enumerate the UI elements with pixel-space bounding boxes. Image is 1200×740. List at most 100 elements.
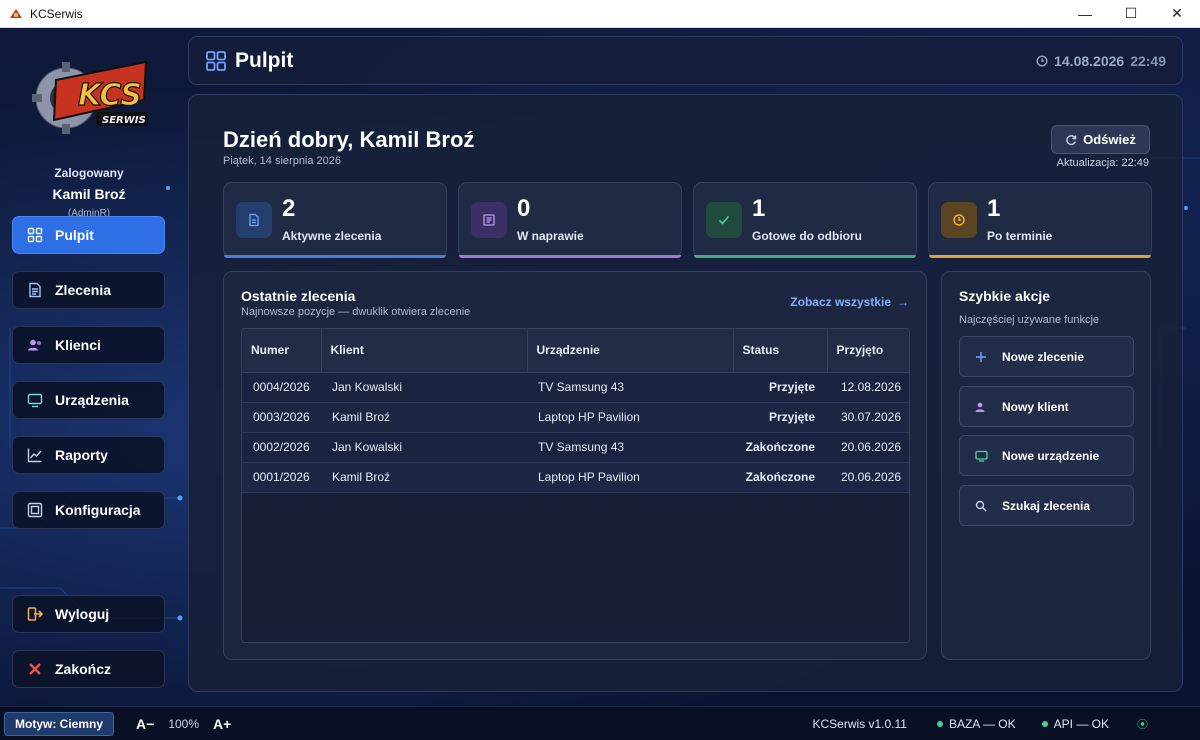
cell-client: Jan Kowalski (321, 432, 527, 463)
column-header-klient[interactable]: Klient (321, 329, 528, 373)
cell-status: Zakończone (733, 432, 827, 463)
column-header-urzadzenie[interactable]: Urządzenie (527, 329, 734, 373)
quick-action-label: Nowy klient (1002, 399, 1069, 414)
refresh-button[interactable]: Odśwież (1051, 125, 1150, 154)
greeting: Dzień dobry, Kamil Broź (223, 127, 475, 152)
cell-client: Jan Kowalski (321, 372, 527, 403)
recent-orders-panel: Ostatnie zlecenia Najnowsze pozycje — dw… (223, 271, 927, 660)
cell-number: 0003/2026 (242, 402, 321, 433)
close-icon (27, 661, 43, 677)
minimize-button[interactable]: — (1062, 0, 1108, 28)
exit-label: Zakończ (55, 661, 112, 677)
clock-icon (941, 202, 977, 238)
quick-actions-subtitle: Najczęściej używane funkcje (959, 314, 1100, 326)
sidebar-item-label: Raporty (55, 447, 108, 463)
column-header-przyjeto[interactable]: Przyjęto (827, 329, 909, 373)
table-row[interactable]: 0001/2026 Kamil Broź Laptop HP Pavilion … (242, 462, 909, 493)
new-device-button[interactable]: Nowe urządzenie (959, 435, 1134, 476)
stat-label: Gotowe do odbioru (752, 229, 862, 243)
page-title: Pulpit (235, 48, 294, 72)
network-icon: ⦿ (1137, 718, 1148, 731)
stat-value: 1 (987, 195, 1001, 222)
table-row[interactable]: 0004/2026 Jan Kowalski TV Samsung 43 Prz… (242, 372, 909, 403)
refresh-icon (1066, 134, 1077, 145)
close-button[interactable]: ✕ (1154, 0, 1200, 28)
sidebar-item-pulpit[interactable]: Pulpit (12, 216, 165, 254)
last-updated: Aktualizacja: 22:49 (1056, 157, 1149, 169)
cell-status: Przyjęte (733, 372, 827, 403)
sidebar-item-zlecenia[interactable]: Zlecenia (12, 271, 165, 309)
document-icon (27, 282, 43, 298)
repair-icon (471, 202, 507, 238)
stat-label: Aktywne zlecenia (282, 229, 382, 243)
table-row[interactable]: 0002/2026 Jan Kowalski TV Samsung 43 Zak… (242, 432, 909, 463)
new-client-button[interactable]: Nowy klient (959, 386, 1134, 427)
stat-accent-bar (694, 255, 916, 258)
stat-card-in-repair[interactable]: 0 W naprawie (458, 182, 682, 258)
zoom-level: 100% (168, 716, 200, 731)
font-increase-button[interactable]: A+ (213, 716, 231, 732)
sidebar-item-label: Urządzenia (55, 392, 129, 408)
see-all-link[interactable]: Zobacz wszystkie → (790, 295, 909, 309)
column-header-status[interactable]: Status (733, 329, 828, 373)
cell-number: 0002/2026 (242, 432, 321, 463)
window-titlebar: KCSerwis — ☐ ✕ (0, 0, 1200, 28)
datetime-display: 14.08.2026 22:49 (1036, 53, 1166, 69)
status-dot-icon (936, 720, 943, 727)
plus-icon (974, 350, 988, 364)
svg-text:SERWIS: SERWIS (102, 115, 146, 126)
cell-status: Przyjęte (733, 402, 827, 433)
header-time: 22:49 (1130, 52, 1166, 69)
font-decrease-button[interactable]: A− (136, 716, 154, 732)
cell-date: 12.08.2026 (827, 372, 909, 403)
exit-button[interactable]: Zakończ (12, 650, 165, 688)
cell-number: 0004/2026 (242, 372, 321, 403)
sidebar-item-label: Konfiguracja (55, 502, 141, 518)
sidebar-item-label: Klienci (55, 337, 101, 353)
logout-icon (27, 606, 43, 622)
clock-icon (1036, 54, 1048, 67)
kcs-logo: KCS SERWIS (26, 50, 152, 142)
refresh-label: Odśwież (1083, 132, 1136, 147)
app-version: KCSerwis v1.0.11 (812, 716, 907, 731)
sidebar: KCS SERWIS Zalogowany Kamil Broź (AdminR… (0, 28, 178, 706)
db-status-label: BAZA — OK (948, 716, 1016, 731)
stat-card-active[interactable]: 2 Aktywne zlecenia (223, 182, 447, 258)
svg-text:KCS: KCS (78, 78, 142, 113)
orders-subtitle: Najnowsze pozycje — dwuklik otwiera zlec… (241, 306, 471, 318)
sidebar-item-urzadzenia[interactable]: Urządzenia (12, 381, 165, 419)
stat-card-ready[interactable]: 1 Gotowe do odbioru (693, 182, 917, 258)
theme-toggle-button[interactable]: Motyw: Ciemny (4, 711, 115, 736)
cell-number: 0001/2026 (242, 462, 321, 493)
user-add-icon (974, 400, 988, 414)
search-order-button[interactable]: Szukaj zlecenia (959, 485, 1134, 526)
stat-label: Po terminie (987, 229, 1053, 243)
user-name: Kamil Broź (52, 186, 126, 202)
quick-actions-panel: Szybkie akcje Najczęściej używane funkcj… (941, 271, 1151, 660)
new-order-button[interactable]: Nowe zlecenie (959, 336, 1134, 377)
current-date: Piątek, 14 sierpnia 2026 (223, 155, 342, 167)
stat-accent-bar (224, 255, 446, 258)
status-bar: Motyw: Ciemny A− 100% A+ KCSerwis v1.0.1… (0, 706, 1200, 740)
cell-status: Zakończone (733, 462, 827, 493)
document-icon (236, 202, 272, 238)
check-icon (706, 202, 742, 238)
sidebar-item-klienci[interactable]: Klienci (12, 326, 165, 364)
chart-icon (27, 447, 43, 463)
sidebar-item-raporty[interactable]: Raporty (12, 436, 165, 474)
logout-label: Wyloguj (55, 606, 110, 622)
monitor-icon (27, 392, 43, 408)
column-header-numer[interactable]: Numer (242, 329, 322, 373)
dashboard-icon (206, 50, 226, 71)
maximize-button[interactable]: ☐ (1108, 0, 1154, 28)
table-row[interactable]: 0003/2026 Kamil Broź Laptop HP Pavilion … (242, 402, 909, 433)
quick-action-label: Nowe zlecenie (1002, 349, 1085, 364)
orders-table[interactable]: Numer Klient Urządzenie Status Przyjęto … (241, 328, 910, 643)
monitor-icon (974, 449, 988, 463)
cell-device: Laptop HP Pavilion (527, 402, 733, 433)
stat-label: W naprawie (517, 229, 584, 243)
sidebar-item-konfiguracja[interactable]: Konfiguracja (12, 491, 165, 529)
logout-button[interactable]: Wyloguj (12, 595, 165, 633)
stat-card-overdue[interactable]: 1 Po terminie (928, 182, 1152, 258)
window-title: KCSerwis (30, 6, 83, 21)
